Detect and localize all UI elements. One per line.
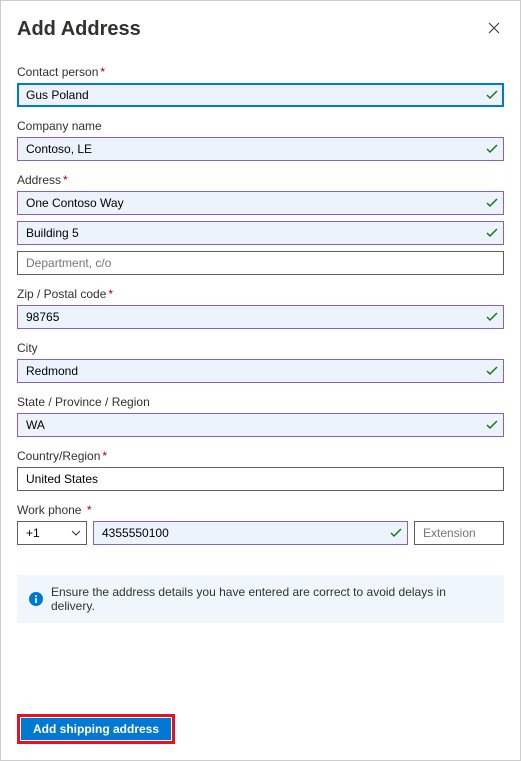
city-input[interactable] — [17, 359, 504, 383]
state-label: State / Province / Region — [17, 395, 504, 409]
postal-code-input[interactable] — [17, 305, 504, 329]
work-phone-label: Work phone * — [17, 503, 504, 517]
contact-person-input[interactable] — [17, 83, 504, 107]
address-line2-input[interactable] — [17, 221, 504, 245]
phone-extension-input[interactable] — [414, 521, 504, 545]
submit-highlight: Add shipping address — [17, 714, 175, 744]
close-icon — [488, 22, 500, 34]
country-input[interactable] — [17, 467, 504, 491]
contact-person-label: Contact person* — [17, 65, 504, 79]
address-line1-input[interactable] — [17, 191, 504, 215]
info-message: Ensure the address details you have ente… — [51, 585, 492, 613]
state-input[interactable] — [17, 413, 504, 437]
phone-prefix-select[interactable] — [17, 521, 87, 545]
info-icon — [29, 592, 43, 606]
phone-number-input[interactable] — [93, 521, 408, 545]
country-label: Country/Region* — [17, 449, 504, 463]
info-banner: Ensure the address details you have ente… — [17, 575, 504, 623]
add-shipping-address-button[interactable]: Add shipping address — [21, 718, 171, 740]
page-title: Add Address — [17, 18, 141, 41]
postal-code-label: Zip / Postal code* — [17, 287, 504, 301]
close-button[interactable] — [484, 17, 504, 41]
company-name-label: Company name — [17, 119, 504, 133]
city-label: City — [17, 341, 504, 355]
company-name-input[interactable] — [17, 137, 504, 161]
address-label: Address* — [17, 173, 504, 187]
address-line3-input[interactable] — [17, 251, 504, 275]
